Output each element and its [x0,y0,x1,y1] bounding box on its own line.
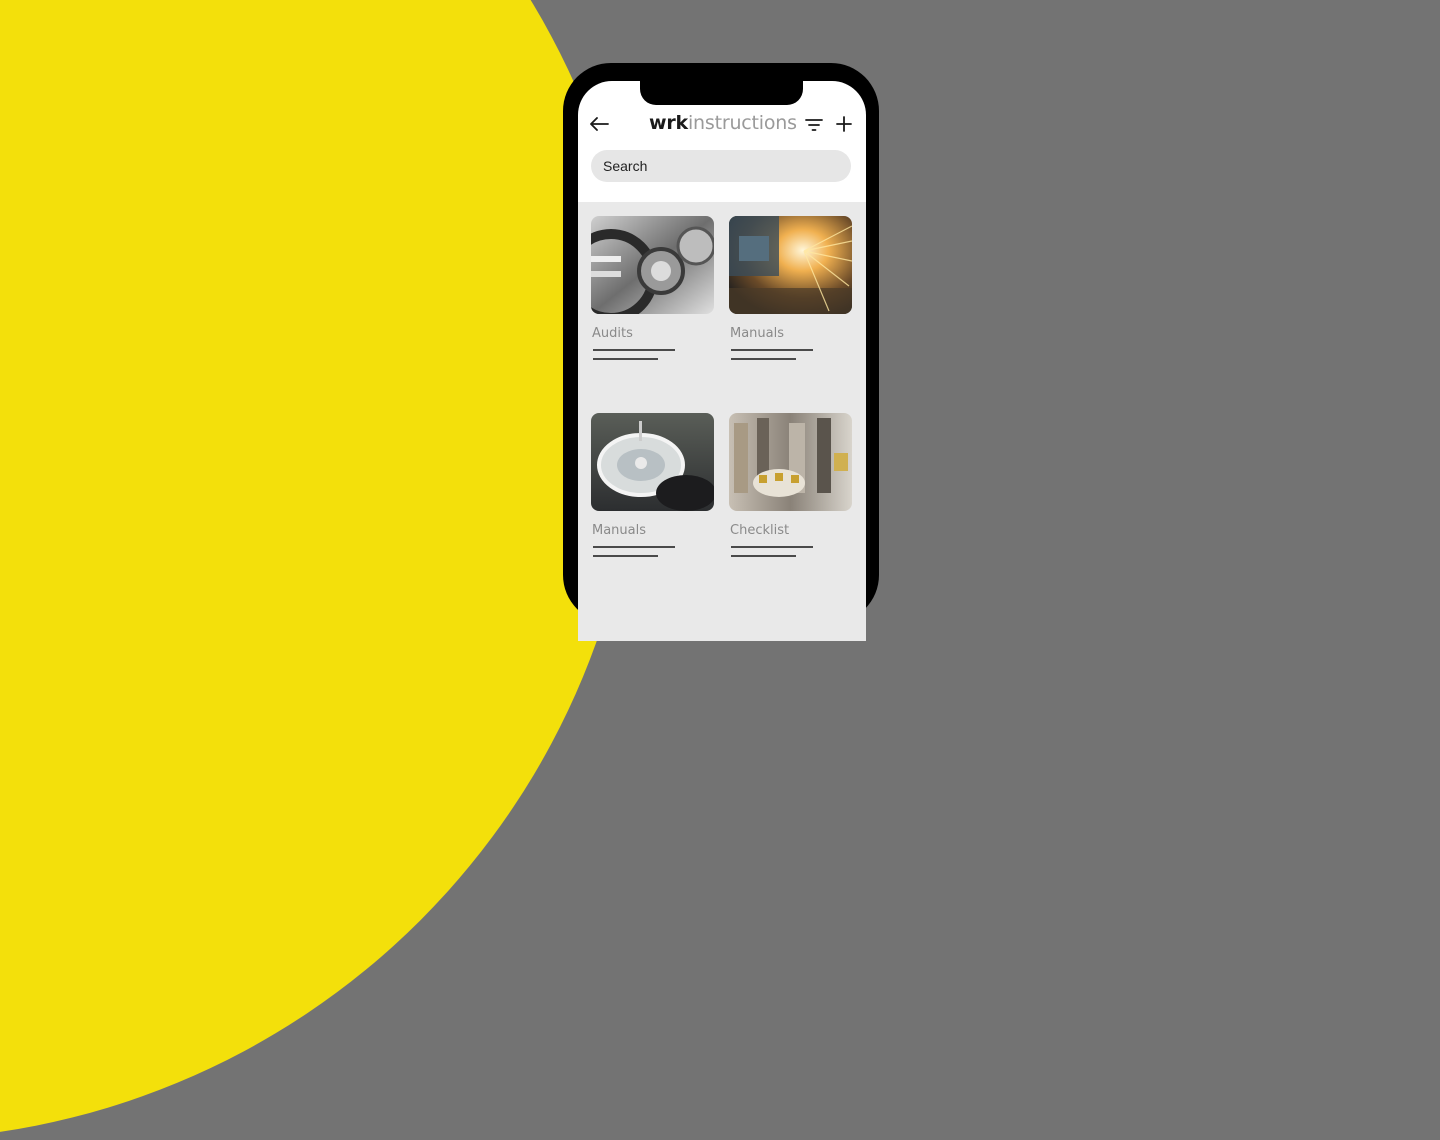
app-header: wrkinstructions [578,111,866,141]
card-manuals-2[interactable]: Manuals [591,413,714,557]
filter-icon [805,119,823,131]
placeholder-line [731,546,813,548]
card-manuals-1[interactable]: Manuals [729,216,852,360]
placeholder-line [593,546,675,548]
placeholder-line [731,555,796,557]
card-thumbnail-milling-tools [729,413,852,511]
phone-notch [640,81,803,105]
placeholder-line [593,349,675,351]
card-thumbnail-rotary-machine [591,413,714,511]
card-thumbnail-laser-sparks [729,216,852,314]
plus-icon [836,116,852,132]
search-input[interactable] [591,150,851,182]
card-label: Manuals [592,523,647,538]
card-grid: Audits Manuals Manuals Checklist [578,202,866,641]
placeholder-line [593,555,658,557]
logo-bold: wrk [649,112,688,134]
yellow-background-shape [0,0,640,1140]
card-audits[interactable]: Audits [591,216,714,360]
app-logo: wrkinstructions [649,112,797,134]
phone-screen: wrkinstructions Search Audits Manuals Ma… [578,81,866,641]
arrow-left-icon [590,117,609,131]
add-button[interactable] [834,114,854,134]
placeholder-line [731,349,813,351]
phone-mockup: wrkinstructions Search Audits Manuals Ma… [563,63,879,641]
filter-button[interactable] [804,115,824,135]
logo-light: instructions [687,112,797,134]
back-button[interactable] [588,113,610,135]
card-label: Audits [592,326,633,341]
card-thumbnail-gears [591,216,714,314]
card-label: Checklist [730,523,790,538]
placeholder-line [731,358,796,360]
card-checklist[interactable]: Checklist [729,413,852,557]
placeholder-line [593,358,658,360]
card-label: Manuals [730,326,785,341]
